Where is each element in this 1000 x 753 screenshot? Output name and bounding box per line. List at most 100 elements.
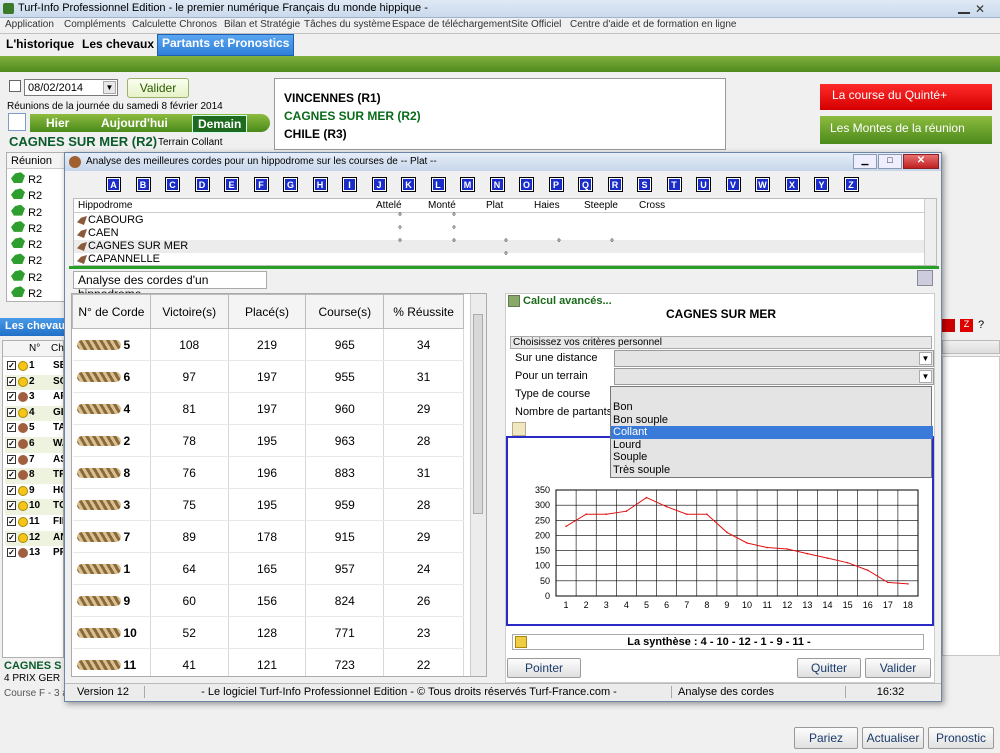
menu-telechargement[interactable]: Espace de téléchargement <box>392 19 511 30</box>
table-row[interactable]: 5 108 219 965 34 <box>72 328 464 361</box>
horse-checkbox[interactable]: ✓ <box>7 376 16 386</box>
horse-checkbox[interactable]: ✓ <box>7 407 16 417</box>
letter-button-c[interactable]: C <box>165 177 180 192</box>
letter-button-b[interactable]: B <box>135 177 151 192</box>
table-row[interactable]: 11 41 121 723 22 <box>72 648 464 676</box>
terrain-select[interactable]: ▼ <box>614 368 934 385</box>
help-icon[interactable]: ? <box>978 319 984 331</box>
letter-button-w[interactable]: W <box>755 177 770 192</box>
horse-row[interactable]: ✓ 13 PR <box>5 546 63 562</box>
tab-chevaux[interactable]: Les chevaux <box>78 37 158 55</box>
table-row[interactable]: 9 60 156 824 26 <box>72 584 464 617</box>
table-row[interactable]: 6 97 197 955 31 <box>72 360 464 393</box>
list-item[interactable]: R2 <box>11 187 42 203</box>
letter-button-q[interactable]: Q <box>578 177 593 192</box>
actualiser-button[interactable]: Actualiser <box>862 727 924 749</box>
quitter-button[interactable]: Quitter <box>797 658 861 678</box>
letter-button-y[interactable]: Y <box>814 177 829 192</box>
terrain-option[interactable]: Bon <box>611 401 933 414</box>
montes-button[interactable]: Les Montes de la réunion <box>820 116 992 144</box>
letter-button-u[interactable]: U <box>696 177 711 192</box>
list-item[interactable]: R2 <box>11 204 42 220</box>
table-row[interactable]: 10 52 128 771 23 <box>72 616 464 649</box>
terrain-option[interactable]: Bon souple <box>611 414 933 427</box>
pencil-icon[interactable] <box>512 422 526 436</box>
hippo-row[interactable]: CAPANNELLE ° <box>74 251 924 265</box>
menu-taches[interactable]: Tâches du système <box>304 19 391 30</box>
hippo-item-vincennes[interactable]: VINCENNES (R1) <box>284 91 381 105</box>
hippo-row[interactable]: CABOURG ° ° <box>74 212 924 227</box>
letter-button-z[interactable]: Z <box>843 177 859 192</box>
horse-checkbox[interactable]: ✓ <box>7 501 16 511</box>
table-row[interactable]: 2 78 195 963 28 <box>72 424 464 457</box>
terrain-option[interactable]: Collant <box>611 426 933 439</box>
hippo-row[interactable]: CAGNES SUR MER ° ° ° ° ° <box>74 238 924 253</box>
letter-button-p[interactable]: P <box>548 177 564 192</box>
letter-button-g[interactable]: G <box>283 177 298 192</box>
letter-button-j[interactable]: J <box>371 177 387 192</box>
calendar-icon[interactable] <box>9 80 21 92</box>
pointer-button[interactable]: Pointer <box>507 658 581 678</box>
terrain-option[interactable]: Lourd <box>611 439 933 452</box>
letter-button-v[interactable]: V <box>725 177 741 192</box>
horse-row[interactable]: ✓ 5 TA <box>5 421 63 437</box>
tab-partants[interactable]: Partants et Pronostics <box>157 34 295 56</box>
horse-checkbox[interactable]: ✓ <box>7 454 16 464</box>
letter-button-x[interactable]: X <box>784 177 800 192</box>
chevron-down-icon[interactable]: ▼ <box>919 370 932 383</box>
list-item[interactable]: R2 <box>11 269 42 285</box>
terrain-option[interactable]: Souple <box>611 451 933 464</box>
list-item[interactable]: R2 <box>11 171 42 187</box>
horse-row[interactable]: ✓ 1 SE <box>5 359 63 375</box>
menu-calculette[interactable]: Calculette Chronos <box>132 19 217 30</box>
table-row[interactable]: 8 76 196 883 31 <box>72 456 464 489</box>
horse-row[interactable]: ✓ 7 AS <box>5 453 63 469</box>
horse-checkbox[interactable]: ✓ <box>7 532 16 542</box>
horse-row[interactable]: ✓ 11 FIF <box>5 515 63 531</box>
letter-button-o[interactable]: O <box>519 177 534 192</box>
menu-aide[interactable]: Centre d'aide et de formation en ligne <box>570 19 736 30</box>
z-icon[interactable]: Z <box>960 319 973 332</box>
list-item[interactable]: R2 <box>11 252 42 268</box>
pronostic-button[interactable]: Pronostic <box>928 727 994 749</box>
horse-row[interactable]: ✓ 2 SO <box>5 374 63 391</box>
horse-row[interactable]: ✓ 3 AF <box>5 390 63 406</box>
menu-bilan[interactable]: Bilan et Stratégie <box>224 19 300 30</box>
date-select[interactable]: 08/02/2014 ▼ <box>24 79 118 96</box>
horse-row[interactable]: ✓ 12 AN <box>5 530 63 547</box>
horse-checkbox[interactable]: ✓ <box>7 361 16 370</box>
hippo-row[interactable]: CAEN ° ° <box>74 225 924 240</box>
horse-checkbox[interactable]: ✓ <box>7 438 16 448</box>
horse-checkbox[interactable]: ✓ <box>7 470 16 480</box>
chevron-down-icon[interactable]: ▼ <box>919 352 932 365</box>
letter-button-k[interactable]: K <box>401 177 416 192</box>
terrain-option[interactable]: Très souple <box>611 464 933 477</box>
vertical-scrollbar[interactable] <box>470 294 486 676</box>
calcul-label[interactable]: Calcul avancés... <box>523 295 612 307</box>
table-row[interactable]: 3 75 195 959 28 <box>72 488 464 521</box>
scrollbar[interactable] <box>924 199 936 265</box>
close-icon[interactable]: ✕ <box>975 2 985 16</box>
tool-icon[interactable] <box>942 319 955 332</box>
calendar-small-icon[interactable] <box>8 113 26 131</box>
horse-checkbox[interactable]: ✓ <box>7 423 16 433</box>
table-row[interactable]: 1 64 165 957 24 <box>72 552 464 585</box>
valider-date-button[interactable]: Valider <box>127 78 189 98</box>
horse-checkbox[interactable]: ✓ <box>7 392 16 402</box>
table-row[interactable]: 4 81 197 960 29 <box>72 392 464 425</box>
scrollbar-thumb[interactable] <box>473 314 483 514</box>
tab-analyse-cordes[interactable]: Analyse des cordes d'un hippodrome <box>73 271 267 301</box>
letter-button-m[interactable]: M <box>460 177 475 192</box>
list-item[interactable]: R2 <box>11 236 42 252</box>
letter-button-h[interactable]: H <box>312 177 328 192</box>
menu-application[interactable]: Application <box>5 19 54 30</box>
valider-button[interactable]: Valider <box>865 658 931 678</box>
menu-site-officiel[interactable]: Site Officiel <box>511 19 561 30</box>
minimize-icon[interactable] <box>958 3 970 14</box>
hippo-item-chile[interactable]: CHILE (R3) <box>284 127 347 141</box>
distance-select[interactable]: ▼ <box>614 350 934 367</box>
list-item[interactable]: R2 <box>11 220 42 236</box>
horse-checkbox[interactable]: ✓ <box>7 516 16 526</box>
horse-row[interactable]: ✓ 9 HC <box>5 484 63 500</box>
letter-button-d[interactable]: D <box>194 177 210 192</box>
